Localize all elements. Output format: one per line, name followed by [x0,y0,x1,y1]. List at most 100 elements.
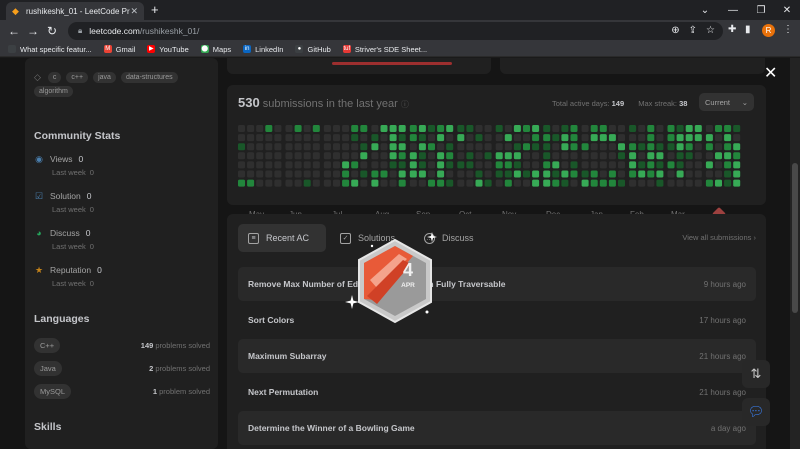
heatmap-cell[interactable] [523,125,530,132]
heatmap-cell[interactable] [618,143,625,151]
heatmap-cell[interactable] [570,161,578,169]
bookmark-item[interactable]: tuf Striver's SDE Sheet... [342,45,427,54]
heatmap-cell[interactable] [590,179,598,187]
heatmap-cell[interactable] [256,161,264,169]
heatmap-cell[interactable] [629,179,637,187]
heatmap-cell[interactable] [389,152,397,160]
heatmap-cell[interactable] [398,143,406,151]
heatmap-cell[interactable] [380,170,388,178]
heatmap-cell[interactable] [285,152,293,160]
heatmap-cell[interactable] [371,125,379,132]
bookmark-item[interactable]: in LinkedIn [243,45,283,54]
heatmap-cell[interactable] [333,125,340,132]
tab-recent-ac[interactable]: ≡ Recent AC [238,224,326,252]
heatmap-cell[interactable] [590,125,598,132]
heatmap-cell[interactable] [581,170,589,178]
reload-icon[interactable]: ↻ [47,24,57,38]
heatmap-cell[interactable] [581,134,589,142]
heatmap-cell[interactable] [312,125,320,132]
heatmap-cell[interactable] [484,170,492,178]
heatmap-cell[interactable] [238,179,245,187]
heatmap-cell[interactable] [523,143,530,151]
heatmap-cell[interactable] [513,143,521,151]
heatmap-cell[interactable] [608,170,616,178]
heatmap-cell[interactable] [523,170,530,178]
heatmap-cell[interactable] [561,179,569,187]
heatmap-cell[interactable] [685,161,693,169]
heatmap-cell[interactable] [389,125,397,132]
heatmap-cell[interactable] [513,152,521,160]
recent-ac-row[interactable]: Sort Colors 17 hours ago [238,303,756,337]
heatmap-cell[interactable] [238,161,245,169]
heatmap-cell[interactable] [715,161,722,169]
heatmap-cell[interactable] [667,152,675,160]
heatmap-cell[interactable] [599,152,607,160]
heatmap-cell[interactable] [351,170,359,178]
skill-tag[interactable]: c [47,72,62,83]
heatmap-cell[interactable] [303,170,311,178]
heatmap-cell[interactable] [457,134,465,142]
heatmap-cell[interactable] [409,170,417,178]
view-all-submissions-link[interactable]: View all submissions › [682,233,756,242]
heatmap-cell[interactable] [667,143,675,151]
language-name[interactable]: C++ [34,338,61,353]
heatmap-cell[interactable] [705,125,713,132]
heatmap-cell[interactable] [360,143,368,151]
heatmap-cell[interactable] [543,170,551,178]
heatmap-cell[interactable] [523,134,530,142]
heatmap-cell[interactable] [656,125,664,132]
heatmap-cell[interactable] [733,170,741,178]
heatmap-cell[interactable] [647,152,655,160]
heatmap-cell[interactable] [484,179,492,187]
heatmap-cell[interactable] [552,170,560,178]
heatmap-cell[interactable] [608,179,616,187]
heatmap-cell[interactable] [552,134,560,142]
heatmap-cell[interactable] [618,125,625,132]
heatmap-cell[interactable] [437,179,445,187]
heatmap-cell[interactable] [247,170,255,178]
heatmap-cell[interactable] [247,161,255,169]
heatmap-cell[interactable] [570,134,578,142]
heatmap-cell[interactable] [629,161,637,169]
heatmap-cell[interactable] [685,143,693,151]
heatmap-cell[interactable] [360,152,368,160]
heatmap-cell[interactable] [312,152,320,160]
heatmap-cell[interactable] [351,125,359,132]
heatmap-cell[interactable] [351,152,359,160]
heatmap-cell[interactable] [360,179,368,187]
heatmap-cell[interactable] [274,170,282,178]
heatmap-cell[interactable] [418,170,426,178]
close-overlay-icon[interactable]: ✕ [764,66,777,82]
heatmap-cell[interactable] [428,134,435,142]
heatmap-cell[interactable] [561,152,569,160]
heatmap-cell[interactable] [608,152,616,160]
heatmap-cell[interactable] [389,161,397,169]
heatmap-cell[interactable] [398,152,406,160]
heatmap-cell[interactable] [428,143,435,151]
heatmap-cell[interactable] [323,152,331,160]
heatmap-cell[interactable] [380,125,388,132]
heatmap-cell[interactable] [656,143,664,151]
heatmap-cell[interactable] [629,125,637,132]
bookmark-item[interactable]: What specific featur... [8,45,92,54]
heatmap-cell[interactable] [457,161,465,169]
heatmap-cell[interactable] [418,152,426,160]
heatmap-cell[interactable] [380,161,388,169]
heatmap-cell[interactable] [256,170,264,178]
heatmap-cell[interactable] [581,179,589,187]
heatmap-cell[interactable] [256,143,264,151]
heatmap-cell[interactable] [685,152,693,160]
heatmap-cell[interactable] [513,179,521,187]
side-panel-icon[interactable]: ▮ [745,24,751,35]
heatmap-cell[interactable] [428,179,435,187]
heatmap-cell[interactable] [724,134,732,142]
language-name[interactable]: MySQL [34,384,72,399]
heatmap-cell[interactable] [475,152,483,160]
heatmap-cell[interactable] [733,179,741,187]
recent-ac-row[interactable]: Remove Max Number of Edges to Keep Graph… [238,267,756,301]
heatmap-cell[interactable] [629,170,637,178]
heatmap-cell[interactable] [446,170,454,178]
heatmap-cell[interactable] [475,179,483,187]
heatmap-cell[interactable] [715,125,722,132]
heatmap-cell[interactable] [285,125,293,132]
